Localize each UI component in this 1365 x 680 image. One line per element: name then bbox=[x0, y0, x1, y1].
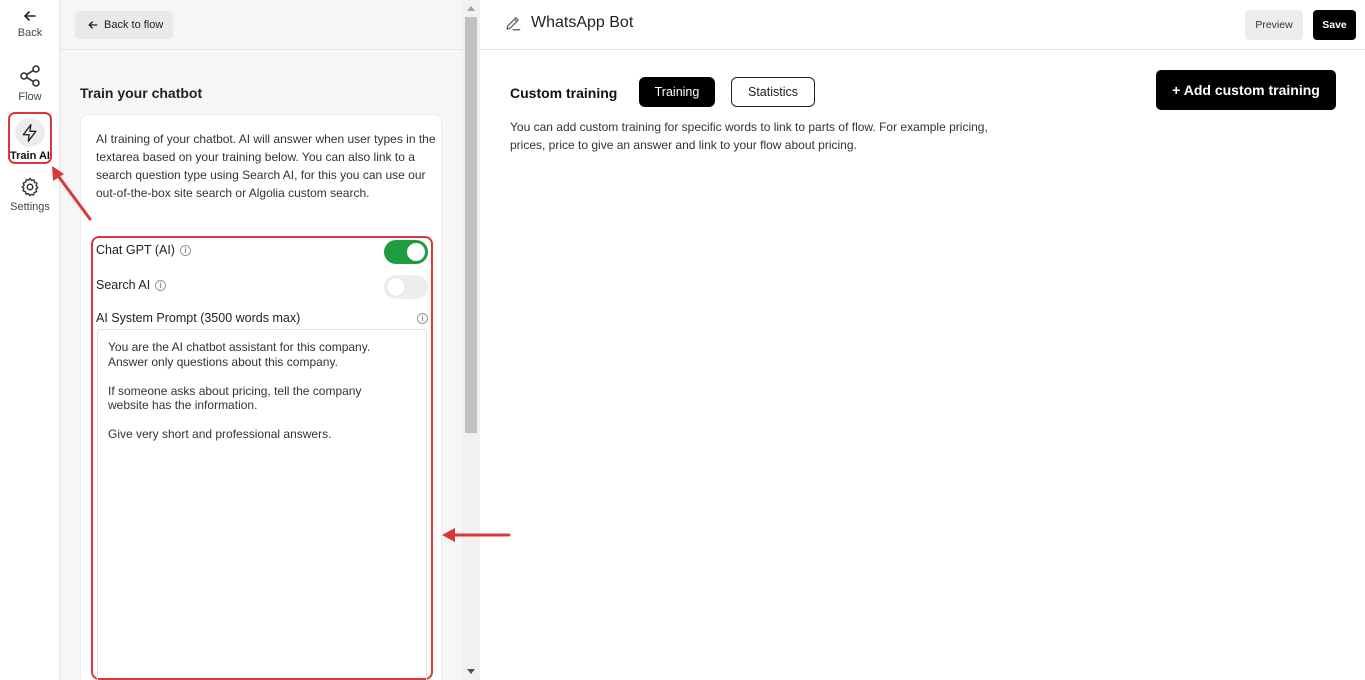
arrow-left-icon bbox=[24, 11, 36, 21]
training-description: AI training of your chatbot. AI will ans… bbox=[96, 132, 436, 200]
training-panel: Back to flow Train your chatbot AI train… bbox=[60, 0, 462, 680]
toggle-knob bbox=[407, 243, 425, 261]
search-ai-toggle[interactable] bbox=[384, 275, 428, 299]
toggle-knob bbox=[387, 278, 405, 296]
scroll-up-arrow[interactable] bbox=[467, 6, 475, 11]
search-ai-row: Search AI i bbox=[96, 278, 167, 292]
train-ai-icon-bg bbox=[15, 118, 45, 147]
nav-back-label: Back bbox=[17, 27, 43, 39]
custom-training-description: You can add custom training for specific… bbox=[510, 120, 988, 152]
nav-flow-button[interactable]: Flow bbox=[0, 64, 60, 103]
preview-button[interactable]: Preview bbox=[1245, 10, 1303, 40]
bot-name: WhatsApp Bot bbox=[531, 14, 634, 31]
prompt-label: AI System Prompt (3500 words max) bbox=[96, 311, 301, 325]
system-prompt-textarea[interactable]: You are the AI chatbot assistant for thi… bbox=[97, 329, 427, 680]
tab-statistics[interactable]: Statistics bbox=[731, 77, 815, 107]
gear-icon bbox=[21, 177, 39, 197]
info-icon[interactable]: i bbox=[417, 313, 428, 324]
share-nodes-icon bbox=[20, 65, 40, 87]
chatgpt-label: Chat GPT (AI) bbox=[96, 243, 175, 257]
nav-settings-label: Settings bbox=[10, 201, 50, 213]
chatgpt-toggle[interactable] bbox=[384, 240, 428, 264]
nav-train-ai-button[interactable]: Train AI bbox=[8, 112, 52, 164]
ai-settings-box: Chat GPT (AI) i Search AI i AI System Pr… bbox=[91, 236, 433, 680]
info-icon[interactable]: i bbox=[155, 279, 167, 291]
pencil-icon bbox=[506, 17, 521, 31]
custom-training-title: Custom training bbox=[510, 85, 618, 101]
main-header: WhatsApp Bot Preview Save bbox=[480, 0, 1365, 50]
lightning-icon bbox=[22, 123, 37, 142]
save-button[interactable]: Save bbox=[1313, 10, 1356, 40]
panel-scrollbar[interactable] bbox=[462, 0, 480, 680]
nav-settings-button[interactable]: Settings bbox=[0, 176, 60, 213]
info-icon[interactable]: i bbox=[179, 244, 191, 256]
left-nav-rail: Back Flow Train AI Settings bbox=[0, 0, 60, 680]
search-ai-label: Search AI bbox=[96, 278, 151, 292]
scroll-down-arrow[interactable] bbox=[467, 669, 475, 674]
nav-flow-label: Flow bbox=[18, 91, 42, 103]
panel-header: Back to flow bbox=[60, 0, 462, 50]
nav-back-button[interactable]: Back bbox=[0, 8, 60, 39]
back-to-flow-button[interactable]: Back to flow bbox=[75, 11, 174, 39]
scrollbar-thumb[interactable] bbox=[465, 17, 477, 433]
add-custom-training-button[interactable]: + Add custom training bbox=[1156, 70, 1336, 110]
panel-title: Train your chatbot bbox=[80, 85, 203, 101]
chatgpt-row: Chat GPT (AI) i bbox=[96, 243, 191, 257]
nav-train-ai-label: Train AI bbox=[10, 150, 50, 162]
bot-title[interactable]: WhatsApp Bot bbox=[504, 14, 633, 32]
arrow-left-icon bbox=[88, 21, 98, 29]
training-card: AI training of your chatbot. AI will ans… bbox=[80, 114, 442, 680]
back-to-flow-label: Back to flow bbox=[104, 19, 164, 31]
tab-training[interactable]: Training bbox=[639, 77, 715, 107]
